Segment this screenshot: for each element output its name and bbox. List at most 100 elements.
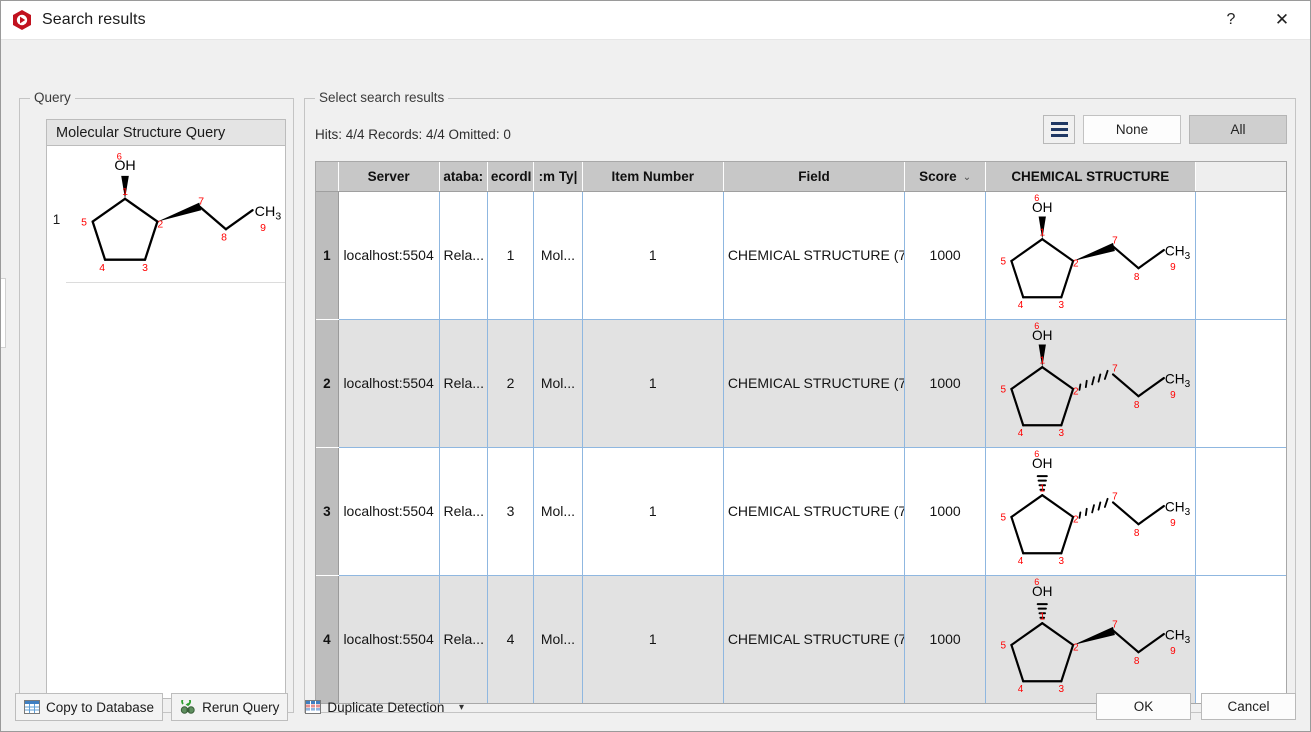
cell-record-id[interactable]: 2 (487, 319, 535, 448)
cell-field[interactable]: CHEMICAL STRUCTURE (7) (723, 319, 906, 448)
table-copy-icon (24, 700, 40, 714)
query-molecule-structure[interactable]: OH 6 1 2 3 4 5 7 8 CH 3 9 (66, 146, 285, 283)
cell-server[interactable]: localhost:5504 (338, 191, 440, 320)
table-row[interactable]: 1 localhost:5504 Rela... 1 Mol... 1 CHEMICAL S… (316, 191, 1286, 320)
cell-item-number[interactable]: 1 (582, 447, 724, 576)
select-all-button[interactable]: All (1189, 115, 1287, 144)
results-group: Select search results Hits: 4/4 Records:… (304, 90, 1296, 713)
query-structure-row[interactable]: 1 OH 6 1 2 3 4 5 7 8 CH 3 9 (47, 146, 285, 491)
svg-text:CH: CH (255, 204, 276, 220)
column-header-server[interactable]: Server (338, 162, 440, 192)
cell-database[interactable]: Rela... (439, 191, 488, 320)
query-group: Query Molecular Structure Query 1 OH 6 1… (19, 90, 294, 713)
cell-item-type[interactable]: Mol... (533, 191, 583, 320)
hamburger-list-icon[interactable] (1043, 115, 1075, 144)
svg-text:CH: CH (1165, 627, 1185, 642)
svg-text:9: 9 (260, 223, 266, 234)
ok-button[interactable]: OK (1096, 693, 1191, 720)
dialog-actions: OK Cancel (1096, 693, 1296, 720)
column-header-item-type[interactable]: :m Ty| (533, 162, 583, 192)
svg-text:2: 2 (1073, 642, 1079, 653)
cell-field[interactable]: CHEMICAL STRUCTURE (7) (723, 191, 906, 320)
duplicate-detection-label: Duplicate Detection (327, 699, 445, 715)
duplicate-detection-button[interactable]: Duplicate Detection ▾ (296, 693, 481, 721)
svg-text:CH: CH (1165, 371, 1185, 386)
row-header-number[interactable]: 2 (316, 319, 339, 448)
column-header-score[interactable]: Score ⌄ (904, 162, 986, 192)
cancel-button[interactable]: Cancel (1201, 693, 1296, 720)
svg-text:9: 9 (1170, 390, 1176, 401)
svg-text:1: 1 (1039, 611, 1045, 622)
title-bar: Search results ? ✕ (1, 1, 1310, 40)
svg-text:5: 5 (1000, 384, 1006, 395)
copy-to-database-label: Copy to Database (46, 699, 155, 715)
svg-text:2: 2 (157, 219, 163, 230)
table-row[interactable]: 3 localhost:5504 Rela... 3 Mol... 1 CHEMICAL S… (316, 447, 1286, 576)
query-panel[interactable]: Molecular Structure Query 1 OH 6 1 2 3 4… (46, 119, 286, 699)
rerun-query-button[interactable]: Rerun Query (171, 693, 289, 721)
hits-summary: Hits: 4/4 Records: 4/4 Omitted: 0 (315, 127, 511, 142)
cell-record-id[interactable]: 3 (487, 447, 535, 576)
column-header-record-id[interactable]: ecordI (487, 162, 535, 192)
results-table[interactable]: Server ataba: ecordI :m Ty| Item Number … (315, 161, 1287, 704)
svg-text:3: 3 (1185, 251, 1191, 262)
svg-text:8: 8 (1134, 272, 1140, 283)
table-body: 1 localhost:5504 Rela... 1 Mol... 1 CHEMICAL S… (316, 191, 1286, 703)
column-header-database[interactable]: ataba: (439, 162, 488, 192)
svg-text:3: 3 (1185, 635, 1191, 646)
cell-record-id[interactable]: 1 (487, 191, 535, 320)
cell-server[interactable]: localhost:5504 (338, 447, 440, 576)
bottom-toolbar: Copy to Database Rerun Query Duplicate D… (1, 683, 1310, 731)
left-edge-sliver (1, 278, 6, 348)
svg-text:7: 7 (1112, 620, 1118, 631)
svg-text:7: 7 (1112, 236, 1118, 247)
binoculars-refresh-icon (180, 696, 196, 714)
query-structure-svg: OH 6 1 2 3 4 5 7 8 CH 3 9 (81, 152, 281, 274)
row-header-number[interactable]: 3 (316, 447, 339, 576)
results-grid: Server ataba: ecordI :m Ty| Item Number … (316, 162, 1286, 703)
copy-to-database-button[interactable]: Copy to Database (15, 693, 164, 721)
svg-text:3: 3 (1059, 428, 1065, 439)
cell-chemical-structure[interactable]: OH 6 1 2 3 4 5 7 8 CH 3 9 (985, 447, 1196, 576)
svg-text:CH: CH (1165, 499, 1185, 514)
svg-text:3: 3 (1185, 379, 1191, 390)
close-button[interactable]: ✕ (1254, 1, 1310, 39)
svg-text:CH: CH (1165, 243, 1185, 258)
svg-text:5: 5 (1000, 512, 1006, 523)
svg-text:9: 9 (1170, 518, 1176, 529)
cell-database[interactable]: Rela... (439, 319, 488, 448)
results-group-label: Select search results (315, 90, 449, 105)
column-header-item-number[interactable]: Item Number (582, 162, 724, 192)
svg-text:3: 3 (142, 263, 148, 274)
cell-server[interactable]: localhost:5504 (338, 319, 440, 448)
svg-text:4: 4 (1018, 556, 1024, 567)
cell-chemical-structure[interactable]: OH 6 1 2 3 4 5 7 8 CH 3 9 (985, 319, 1196, 448)
column-header-chemical-structure[interactable]: CHEMICAL STRUCTURE (985, 162, 1196, 192)
cell-item-type[interactable]: Mol... (533, 319, 583, 448)
cell-item-number[interactable]: 1 (582, 191, 724, 320)
column-header-score-label: Score (919, 168, 957, 184)
rerun-query-label: Rerun Query (202, 699, 280, 715)
svg-text:1: 1 (1039, 355, 1045, 366)
row-header-number[interactable]: 1 (316, 191, 339, 320)
cell-item-number[interactable]: 1 (582, 319, 724, 448)
select-none-button[interactable]: None (1083, 115, 1181, 144)
svg-text:5: 5 (1000, 640, 1006, 651)
cell-score[interactable]: 1000 (904, 191, 986, 320)
column-header-field[interactable]: Field (723, 162, 906, 192)
grid-corner-header[interactable] (316, 162, 339, 192)
svg-text:4: 4 (1018, 428, 1024, 439)
table-row[interactable]: 2 localhost:5504 Rela... 2 Mol... 1 CHEMICAL S… (316, 319, 1286, 448)
cell-database[interactable]: Rela... (439, 447, 488, 576)
cell-chemical-structure[interactable]: OH 6 1 2 3 4 5 7 8 CH 3 9 (985, 191, 1196, 320)
cell-item-type[interactable]: Mol... (533, 447, 583, 576)
cell-score[interactable]: 1000 (904, 447, 986, 576)
cell-blank (1195, 319, 1286, 448)
cell-field[interactable]: CHEMICAL STRUCTURE (7) (723, 447, 906, 576)
cell-blank (1195, 447, 1286, 576)
window-title: Search results (42, 11, 146, 28)
help-button[interactable]: ? (1208, 1, 1254, 39)
cell-score[interactable]: 1000 (904, 319, 986, 448)
query-row-number: 1 (52, 212, 61, 227)
chevron-down-icon[interactable]: ▾ (450, 693, 472, 721)
